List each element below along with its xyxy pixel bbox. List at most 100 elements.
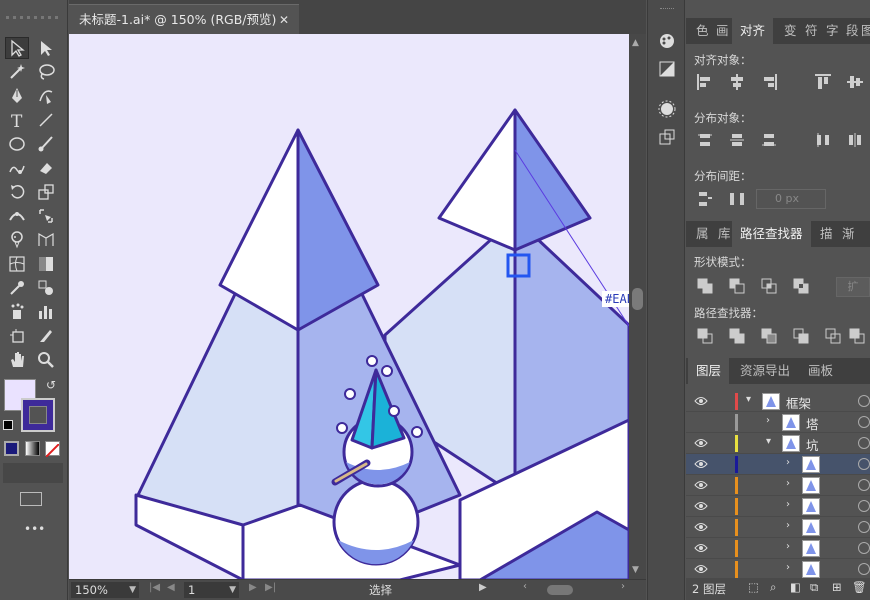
vertical-scroll-thumb[interactable] (632, 288, 643, 310)
expand-button[interactable]: 扩 (836, 277, 870, 297)
outline-icon[interactable] (822, 326, 844, 346)
artboard-tool-icon[interactable] (5, 325, 29, 347)
direct-selection-tool-icon[interactable] (34, 37, 58, 59)
draw-normal-icon[interactable] (3, 463, 63, 483)
horizontal-scroll-thumb[interactable] (547, 585, 573, 595)
hand-tool-icon[interactable] (5, 349, 29, 371)
visibility-eye-icon[interactable] (694, 521, 708, 533)
paintbrush-tool-icon[interactable] (34, 133, 58, 155)
layer-row[interactable]: › (686, 496, 870, 517)
unite-icon[interactable] (694, 276, 716, 296)
scroll-down-icon[interactable]: ▼ (632, 565, 639, 575)
tab-stroke[interactable]: 描 (820, 221, 833, 247)
visibility-eye-icon[interactable] (694, 563, 708, 575)
width-tool-icon[interactable] (5, 205, 29, 227)
column-graph-tool-icon[interactable] (34, 301, 58, 323)
more-tools-button[interactable]: ••• (24, 522, 45, 536)
horizontal-distribute-space-icon[interactable] (726, 189, 748, 209)
layer-row[interactable]: › (686, 454, 870, 475)
tab-gradient[interactable]: 渐 (842, 221, 855, 247)
merge-icon[interactable] (758, 326, 780, 346)
layer-target-icon[interactable] (858, 479, 870, 491)
layer-row[interactable]: ▾ 框架 (686, 391, 870, 412)
layer-row[interactable]: › (686, 517, 870, 538)
tab-libraries[interactable]: 库 (718, 221, 731, 247)
crop-icon[interactable] (790, 326, 812, 346)
visibility-eye-icon[interactable] (694, 395, 708, 407)
chevron-right-icon[interactable]: › (786, 457, 790, 468)
chevron-right-icon[interactable]: › (786, 520, 790, 531)
delete-layer-icon[interactable]: 🗑 (852, 580, 867, 594)
tab-artboards[interactable]: 画板 (808, 358, 833, 384)
first-artboard-icon[interactable]: |◀ (149, 582, 160, 593)
scroll-right-icon[interactable]: › (621, 581, 625, 592)
vertical-distribute-space-icon[interactable] (694, 189, 716, 209)
distribute-horizontal-center-icon[interactable] (844, 130, 866, 150)
chevron-down-icon[interactable]: ▾ (746, 394, 751, 405)
distribute-vertical-center-icon[interactable] (726, 130, 748, 150)
swap-colors-icon[interactable]: ↺ (46, 378, 56, 392)
tab-paragraph[interactable]: 段 (846, 18, 859, 44)
tab-brush[interactable]: 画 (716, 18, 729, 44)
mesh-tool-icon[interactable] (5, 253, 29, 275)
layer-target-icon[interactable] (858, 437, 870, 449)
visibility-eye-icon[interactable] (694, 542, 708, 554)
distribute-bottom-icon[interactable] (758, 130, 780, 150)
scroll-up-icon[interactable]: ▲ (632, 38, 639, 48)
horizontal-scrollbar[interactable]: ‹ › (519, 581, 629, 596)
last-artboard-icon[interactable]: ▶| (265, 582, 276, 593)
distribute-top-icon[interactable] (694, 130, 716, 150)
layer-target-icon[interactable] (858, 542, 870, 554)
panel-grip[interactable] (4, 6, 64, 28)
slice-tool-icon[interactable] (34, 325, 58, 347)
document-tab[interactable]: 未标题-1.ai* @ 150% (RGB/预览) ✕ (69, 4, 299, 34)
pen-tool-icon[interactable] (5, 85, 29, 107)
layer-row[interactable]: ▾ 坑 (686, 433, 870, 454)
gradient-mode-button[interactable] (25, 441, 40, 456)
visibility-eye-icon[interactable] (694, 500, 708, 512)
visibility-eye-icon[interactable] (694, 479, 708, 491)
visibility-eye-icon[interactable] (694, 458, 708, 470)
perspective-grid-tool-icon[interactable] (34, 229, 58, 251)
distribute-left-icon[interactable] (812, 130, 834, 150)
scroll-left-icon[interactable]: ‹ (523, 581, 527, 592)
tab-character[interactable]: 字 (826, 18, 839, 44)
chevron-right-icon[interactable]: › (786, 499, 790, 510)
layer-target-icon[interactable] (858, 458, 870, 470)
layer-target-icon[interactable] (858, 563, 870, 575)
align-vertical-center-icon[interactable] (844, 72, 866, 92)
status-menu-icon[interactable]: ▶ (479, 582, 487, 593)
tab-graphic[interactable]: 图 (861, 18, 870, 44)
lasso-tool-icon[interactable] (34, 61, 58, 83)
artboard-canvas[interactable]: #EAE2FF (69, 34, 629, 579)
chevron-down-icon[interactable]: ▼ (129, 582, 136, 598)
tab-symbols[interactable]: 符 (805, 18, 818, 44)
shaper-tool-icon[interactable] (5, 157, 29, 179)
default-colors-icon[interactable] (3, 420, 13, 430)
align-top-icon[interactable] (812, 72, 834, 92)
none-mode-button[interactable] (45, 441, 60, 458)
tab-pathfinder[interactable]: 路径查找器 (732, 221, 811, 247)
exclude-icon[interactable] (790, 276, 812, 296)
puppet-warp-tool-icon[interactable] (5, 229, 29, 251)
divide-icon[interactable] (694, 326, 716, 346)
layer-target-icon[interactable] (858, 395, 870, 407)
tab-transform[interactable]: 变 (784, 18, 797, 44)
free-transform-tool-icon[interactable] (34, 205, 58, 227)
scale-tool-icon[interactable] (34, 181, 58, 203)
collect-export-icon[interactable]: ⬚ (748, 580, 759, 594)
layer-row[interactable]: › (686, 475, 870, 496)
gradient-panel-icon[interactable] (655, 58, 679, 80)
chevron-down-icon[interactable]: ▼ (229, 582, 236, 598)
new-sublayer-icon[interactable]: ⧉ (810, 580, 818, 595)
layer-target-icon[interactable] (858, 521, 870, 533)
tab-asset-export[interactable]: 资源导出 (740, 358, 790, 384)
spacing-field[interactable]: 0 px (756, 189, 826, 209)
curvature-tool-icon[interactable] (34, 85, 58, 107)
stroke-swatch[interactable] (21, 398, 55, 432)
layer-row[interactable]: › (686, 538, 870, 559)
tab-properties[interactable]: 属 (696, 221, 709, 247)
locate-object-icon[interactable]: ⌕ (770, 580, 776, 595)
chevron-right-icon[interactable]: › (786, 541, 790, 552)
align-left-icon[interactable] (694, 72, 716, 92)
